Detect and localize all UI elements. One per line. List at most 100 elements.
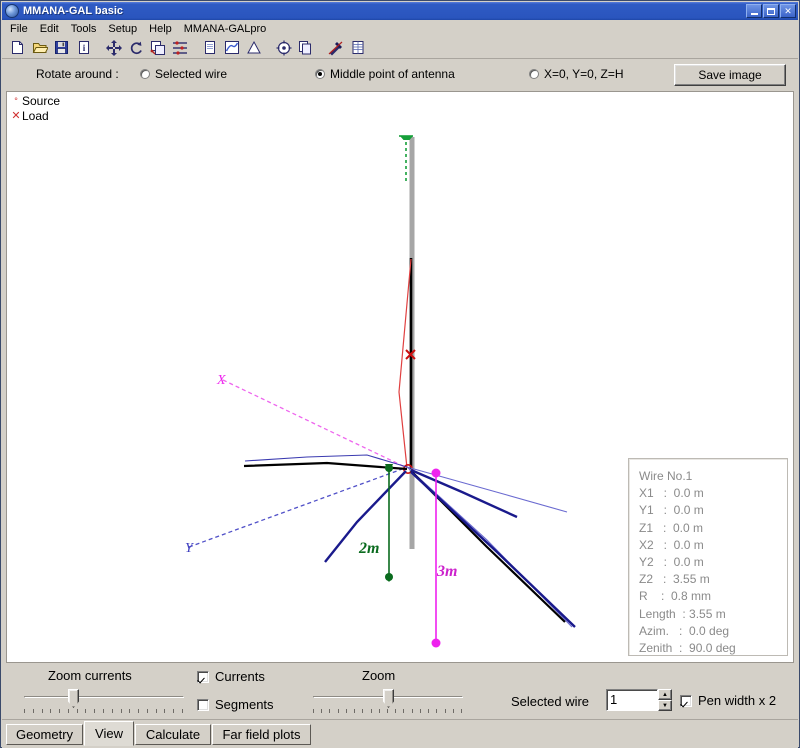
- app-globe-icon: [5, 4, 19, 18]
- view-plot-icon: [224, 41, 239, 54]
- zoom-currents-slider[interactable]: [24, 689, 184, 717]
- wire-info-length: Length : 3.55 m: [639, 606, 726, 621]
- dimension-label-3m: 3m: [436, 563, 457, 580]
- radio-selected-wire[interactable]: Selected wire: [140, 67, 227, 81]
- target-button[interactable]: [273, 37, 294, 58]
- rotate-around-label: Rotate around :: [36, 67, 119, 81]
- window-title: MMANA-GAL basic: [23, 5, 124, 17]
- copy-button[interactable]: [295, 37, 316, 58]
- pen-width-checkbox-label: Pen width x 2: [698, 693, 777, 708]
- currents-checkbox-box: [197, 670, 209, 683]
- menu-item-file[interactable]: File: [7, 22, 34, 36]
- menu-item-help[interactable]: Help: [143, 22, 178, 36]
- wire-info-x2: X2 : 0.0 m: [639, 537, 704, 552]
- selected-wire-input[interactable]: 1: [606, 689, 658, 711]
- menu-item-setup[interactable]: Setup: [102, 22, 143, 36]
- tab-calculate[interactable]: Calculate: [135, 724, 211, 745]
- wire-info-panel: Wire No.1 X1 : 0.0 m Y1 : 0.0 m Z1 : 0.0…: [628, 458, 788, 656]
- rotate-button[interactable]: [125, 37, 146, 58]
- move-button[interactable]: [103, 37, 124, 58]
- segments-checkbox-label: Segments: [215, 697, 274, 712]
- minimize-button[interactable]: [746, 4, 762, 18]
- segments-button[interactable]: [169, 37, 190, 58]
- zoom-label: Zoom: [362, 668, 396, 683]
- menu-item-edit[interactable]: Edit: [34, 22, 65, 36]
- dimension-2m-bottom-dot: [385, 573, 393, 581]
- maximize-button[interactable]: [763, 4, 779, 18]
- currents-checkbox[interactable]: Currents: [197, 669, 265, 684]
- close-button[interactable]: ✕: [780, 4, 796, 18]
- legend-item-source: ° Source: [11, 94, 60, 109]
- menu-item-mmana-galpro[interactable]: MMANA-GALpro: [178, 22, 273, 36]
- triangle-icon: [246, 40, 261, 54]
- dimension-3m-top-dot: [431, 468, 441, 478]
- tab-view[interactable]: View: [84, 721, 134, 746]
- tab-far-field-plots[interactable]: Far field plots: [212, 724, 311, 745]
- zoom-slider[interactable]: [313, 689, 463, 717]
- tab-bar: Geometry View Calculate Far field plots: [2, 719, 798, 748]
- wire-info-x1: X1 : 0.0 m: [639, 486, 704, 501]
- dimension-3m-bottom-dot: [431, 638, 441, 648]
- geometry-page-icon: [204, 41, 215, 54]
- radio-selected-wire-dot: [140, 69, 150, 79]
- toolbar-separator-3: [265, 38, 273, 58]
- currents-checkbox-label: Currents: [215, 669, 265, 684]
- target-icon: [276, 40, 291, 55]
- legend-label-load: Load: [22, 109, 49, 123]
- open-file-icon: [32, 43, 48, 53]
- selected-wire-stepper-down[interactable]: ▼: [658, 700, 672, 711]
- antenna-view-canvas[interactable]: ° Source ✕ Load X Y 2m 3m Wire No.1 X1:…: [6, 91, 794, 663]
- wire-info-z2: Z2 : 3.55 m: [639, 572, 710, 587]
- radio-x0-y0-zh[interactable]: X=0, Y=0, Z=H: [529, 67, 624, 81]
- axis-label-y: Y: [185, 541, 195, 556]
- save-file-button[interactable]: [51, 37, 72, 58]
- radio-selected-wire-label: Selected wire: [155, 67, 228, 81]
- y-axis-dashed: [188, 467, 406, 548]
- dimension-2m-top-dot: [385, 464, 393, 472]
- close-icon: ✕: [784, 5, 792, 16]
- toolbar: i: [2, 37, 798, 59]
- segments-checkbox[interactable]: Segments: [197, 697, 274, 712]
- wire-info-z1: Z1 : 0.0 m: [639, 520, 704, 535]
- radio-middle-point-label: Middle point of antenna: [330, 67, 455, 81]
- radio-middle-point[interactable]: Middle point of antenna: [315, 67, 455, 81]
- zoom-currents-slider-thumb[interactable]: [68, 689, 79, 708]
- save-image-button[interactable]: Save image: [674, 64, 786, 86]
- load-marker-icon: ✕: [11, 110, 21, 122]
- save-image-label: Save image: [698, 68, 762, 82]
- toolbar-separator-2: [191, 38, 199, 58]
- tools-button[interactable]: [325, 37, 346, 58]
- view-plot-button[interactable]: [221, 37, 242, 58]
- new-file-button[interactable]: [7, 37, 28, 58]
- bottom-controls: Zoom currents Currents Segments Zoom Sel…: [2, 665, 798, 719]
- legend-label-source: Source: [22, 94, 61, 108]
- menu-item-tools[interactable]: Tools: [65, 22, 103, 36]
- open-file-button[interactable]: [29, 37, 50, 58]
- copy-icon: [299, 41, 311, 55]
- new-file-icon: [12, 41, 23, 54]
- selected-wire-stepper-up[interactable]: ▲: [658, 689, 672, 700]
- table-icon: [352, 41, 363, 54]
- wire-info-zenith: Zenith : 90.0 deg: [639, 641, 736, 656]
- dimension-label-2m: 2m: [358, 540, 379, 557]
- table-button[interactable]: [347, 37, 368, 58]
- zoom-currents-slider-track[interactable]: [24, 696, 184, 698]
- scale-button[interactable]: [147, 37, 168, 58]
- info-button[interactable]: i: [73, 37, 94, 58]
- save-file-icon: [55, 41, 68, 54]
- zoom-slider-ticks: [313, 709, 463, 715]
- radio-middle-point-dot: [315, 69, 325, 79]
- menu-bar: File Edit Tools Setup Help MMANA-GALpro: [2, 20, 798, 37]
- wire-info-y2: Y2 : 0.0 m: [639, 555, 704, 570]
- canvas-legend: ° Source ✕ Load: [11, 94, 60, 124]
- far-field-button[interactable]: [243, 37, 264, 58]
- selected-wire-stepper[interactable]: ▲ ▼: [658, 689, 672, 711]
- pen-width-checkbox[interactable]: Pen width x 2: [680, 693, 776, 708]
- radio-x0-y0-zh-dot: [529, 69, 539, 79]
- geometry-page-button[interactable]: [199, 37, 220, 58]
- x-axis-dashed: [222, 379, 406, 468]
- move-icon: [105, 39, 122, 56]
- tab-geometry[interactable]: Geometry: [6, 724, 83, 745]
- toolbar-separator-4: [317, 38, 325, 58]
- zoom-slider-thumb[interactable]: [383, 689, 394, 708]
